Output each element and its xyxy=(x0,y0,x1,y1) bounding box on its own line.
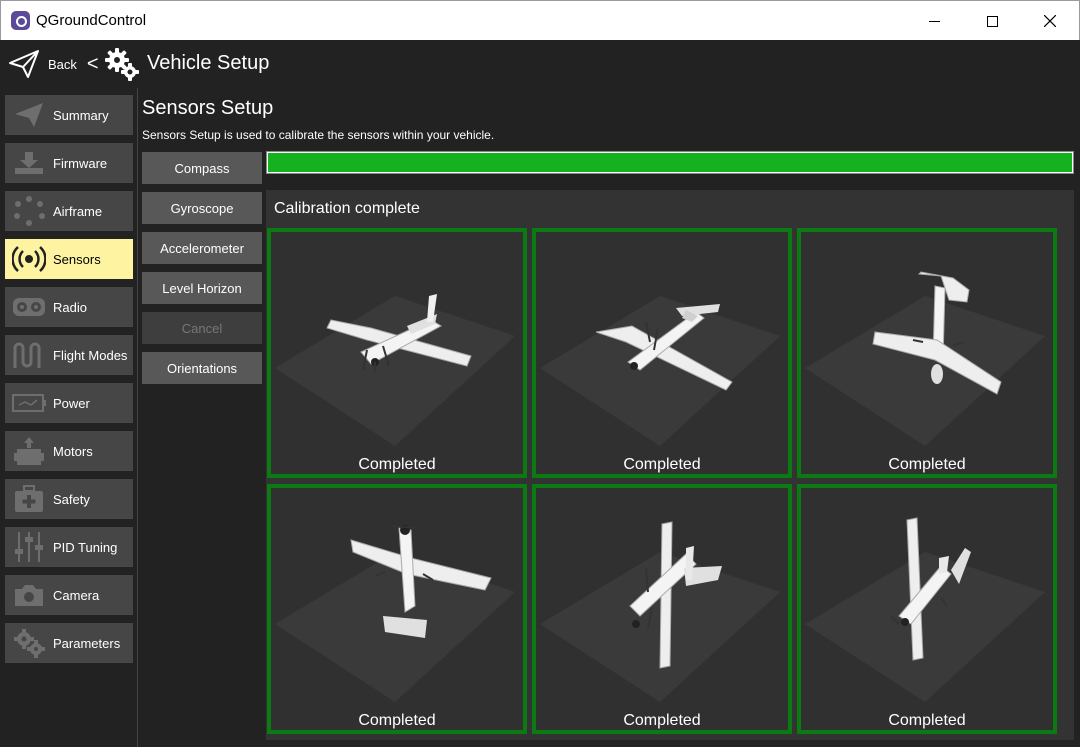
gears-icon xyxy=(105,48,139,81)
compass-button[interactable]: Compass xyxy=(142,152,262,184)
close-icon xyxy=(1044,15,1056,27)
sidebar-item-label: Camera xyxy=(53,587,100,603)
sidebar-item-sensors[interactable]: Sensors xyxy=(5,239,133,279)
tile-status-label: Completed xyxy=(358,456,436,473)
orientation-tile-right-side: Completed xyxy=(532,228,792,478)
sidebar-item-label: Airframe xyxy=(53,203,103,219)
airplane-level-image xyxy=(275,294,515,446)
accelerometer-button[interactable]: Accelerometer xyxy=(142,232,262,264)
sidebar-item-label: Sensors xyxy=(53,251,101,267)
tile-status-label: Completed xyxy=(623,456,701,473)
window-titlebar: QGroundControl xyxy=(0,0,1080,40)
first-aid-icon xyxy=(15,485,43,512)
progress-fill xyxy=(268,153,1072,172)
tile-status-label: Completed xyxy=(888,712,966,729)
minimize-button[interactable] xyxy=(905,1,963,41)
tile-status-label: Completed xyxy=(358,712,436,729)
back-button[interactable]: Back < xyxy=(8,49,99,79)
breadcrumb-separator: < xyxy=(86,52,99,75)
sidebar-item-motors[interactable]: Motors xyxy=(5,431,133,471)
page-title: Vehicle Setup xyxy=(147,52,270,74)
wave-icon xyxy=(13,342,41,368)
orientation-tile-left-side: Completed xyxy=(532,484,792,734)
sidebar-item-parameters[interactable]: Parameters xyxy=(5,623,133,663)
app-logo-icon xyxy=(11,11,30,30)
download-icon xyxy=(15,152,43,174)
airplane-nose-up-image xyxy=(805,517,1045,702)
battery-icon xyxy=(12,394,46,412)
sidebar-item-label: Flight Modes xyxy=(53,347,128,363)
orientation-tile-upside-down: Completed xyxy=(267,484,527,734)
sidebar-item-radio[interactable]: Radio xyxy=(5,287,133,327)
section-description: Sensors Setup is used to calibrate the s… xyxy=(142,128,495,142)
sidebar-item-firmware[interactable]: Firmware xyxy=(5,143,133,183)
cancel-button[interactable]: Cancel xyxy=(142,312,262,344)
main-toolbar: Back < Vehicle Setup xyxy=(0,40,1080,88)
sidebar-item-safety[interactable]: Safety xyxy=(5,479,133,519)
calibration-progress-bar xyxy=(266,151,1074,174)
airplane-left-side-image xyxy=(540,521,780,702)
orientation-tile-nose-up: Completed xyxy=(797,484,1057,734)
airframe-dots-icon xyxy=(14,196,45,226)
sidebar-item-label: Firmware xyxy=(53,155,108,171)
gyroscope-button[interactable]: Gyroscope xyxy=(142,192,262,224)
tile-status-label: Completed xyxy=(888,456,966,473)
maximize-button[interactable] xyxy=(963,1,1021,41)
sidebar-item-airframe[interactable]: Airframe xyxy=(5,191,133,231)
back-label: Back xyxy=(48,56,77,72)
calibration-status-title: Calibration complete xyxy=(274,200,420,217)
radio-icon xyxy=(13,298,45,316)
paper-plane-icon xyxy=(9,50,39,78)
sidebar-item-label: Motors xyxy=(53,443,93,459)
sidebar-item-label: PID Tuning xyxy=(53,539,118,555)
paper-plane-icon xyxy=(15,103,43,127)
sidebar-item-summary[interactable]: Summary xyxy=(5,95,133,135)
section-title: Sensors Setup xyxy=(142,97,274,119)
sidebar-item-flight-modes[interactable]: Flight Modes xyxy=(5,335,133,375)
window-title: QGroundControl xyxy=(36,12,147,29)
sidebar-item-camera[interactable]: Camera xyxy=(5,575,133,615)
sidebar-item-label: Power xyxy=(53,395,90,411)
gears-icon xyxy=(14,629,45,658)
airplane-upside-down-image xyxy=(275,525,515,702)
sidebar-item-label: Safety xyxy=(53,491,90,507)
sidebar-item-label: Radio xyxy=(53,299,87,315)
airplane-nose-down-image xyxy=(805,271,1045,446)
orientation-tile-level: Completed xyxy=(267,228,527,478)
sliders-icon xyxy=(15,532,43,562)
tile-status-label: Completed xyxy=(623,712,701,729)
sidebar-item-power[interactable]: Power xyxy=(5,383,133,423)
sidebar-item-label: Parameters xyxy=(53,635,121,651)
level-horizon-button[interactable]: Level Horizon xyxy=(142,272,262,304)
camera-icon xyxy=(15,585,43,606)
sidebar-item-label: Summary xyxy=(53,107,109,123)
airplane-right-side-image xyxy=(540,296,780,446)
orientations-button[interactable]: Orientations xyxy=(142,352,262,384)
sensor-waves-icon xyxy=(12,246,46,272)
close-button[interactable] xyxy=(1021,1,1079,41)
motor-icon xyxy=(14,437,44,465)
sidebar-item-pid-tuning[interactable]: PID Tuning xyxy=(5,527,133,567)
orientation-tile-nose-down: Completed xyxy=(797,228,1057,478)
